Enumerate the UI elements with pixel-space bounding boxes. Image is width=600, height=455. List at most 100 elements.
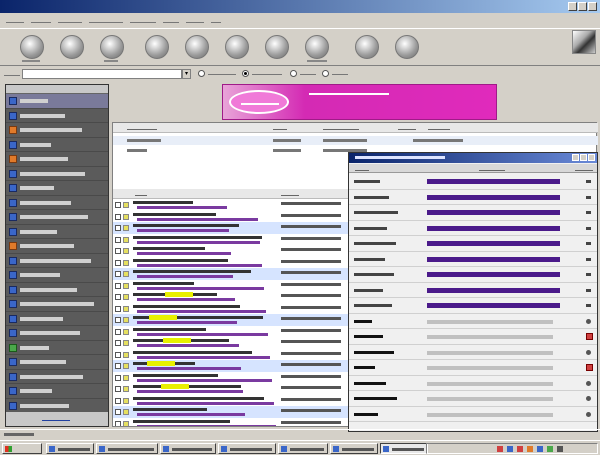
result-checkbox[interactable] bbox=[115, 248, 121, 254]
result-checkbox[interactable] bbox=[115, 386, 121, 392]
option-radio-2[interactable] bbox=[242, 70, 249, 77]
sidebar-item[interactable] bbox=[6, 312, 108, 326]
result-url[interactable] bbox=[281, 213, 341, 217]
address-dropdown-button[interactable]: ▾ bbox=[182, 69, 191, 79]
maximize-button[interactable] bbox=[578, 2, 587, 11]
column-header[interactable] bbox=[323, 126, 359, 130]
result-url[interactable] bbox=[281, 363, 341, 366]
result-url[interactable] bbox=[281, 397, 341, 401]
result-checkbox[interactable] bbox=[115, 202, 121, 208]
toolbar-button-6[interactable] bbox=[225, 35, 249, 59]
result-checkbox[interactable] bbox=[115, 340, 121, 346]
advertisement-banner[interactable] bbox=[222, 84, 497, 120]
result-checkbox[interactable] bbox=[115, 259, 121, 266]
option-radio-4[interactable] bbox=[322, 70, 329, 77]
toolbar-button-2[interactable] bbox=[60, 35, 84, 59]
result-checkbox[interactable] bbox=[115, 317, 121, 323]
menu-item[interactable] bbox=[31, 18, 51, 23]
result-row[interactable] bbox=[113, 234, 351, 246]
toolbar-button-10[interactable] bbox=[395, 35, 419, 59]
sidebar-item[interactable] bbox=[6, 210, 108, 225]
result-row[interactable] bbox=[113, 360, 351, 372]
sidebar-item[interactable] bbox=[6, 341, 108, 355]
sidebar-item[interactable] bbox=[6, 326, 108, 341]
result-checkbox[interactable] bbox=[115, 305, 121, 312]
result-url[interactable] bbox=[281, 328, 341, 332]
toolbar-button-9[interactable] bbox=[355, 35, 379, 59]
tray-icon[interactable] bbox=[547, 446, 553, 452]
search-row[interactable] bbox=[113, 136, 598, 145]
taskbar-button[interactable] bbox=[46, 443, 94, 454]
result-url[interactable] bbox=[281, 340, 341, 343]
toolbar-button-3[interactable] bbox=[100, 35, 124, 59]
sidebar-item[interactable] bbox=[6, 225, 108, 239]
tray-icon[interactable] bbox=[527, 446, 533, 452]
option-radio-3[interactable] bbox=[290, 70, 297, 77]
engine-group-row[interactable] bbox=[349, 345, 597, 360]
toolbar-button-8[interactable] bbox=[305, 35, 329, 59]
toolbar-button-7[interactable] bbox=[265, 35, 289, 59]
minimize-button[interactable] bbox=[568, 2, 577, 11]
taskbar-button[interactable] bbox=[160, 443, 216, 454]
result-row[interactable] bbox=[113, 257, 351, 269]
tray-icon[interactable] bbox=[517, 446, 523, 452]
status-dot-icon[interactable] bbox=[586, 349, 591, 355]
result-checkbox[interactable] bbox=[115, 351, 121, 358]
result-checkbox[interactable] bbox=[115, 271, 121, 277]
sidebar-item[interactable] bbox=[6, 297, 108, 312]
sidebar-item[interactable] bbox=[6, 283, 108, 297]
menu-item[interactable] bbox=[89, 18, 123, 23]
sidebar-item[interactable] bbox=[6, 370, 108, 384]
menu-item[interactable] bbox=[211, 18, 221, 23]
taskbar-button[interactable] bbox=[96, 443, 158, 454]
result-checkbox[interactable] bbox=[115, 294, 121, 300]
column-header[interactable] bbox=[135, 192, 147, 196]
engine-group-row[interactable] bbox=[349, 391, 597, 407]
column-header[interactable] bbox=[398, 126, 416, 130]
result-checkbox[interactable] bbox=[115, 397, 121, 404]
column-header[interactable] bbox=[428, 126, 450, 130]
result-row[interactable] bbox=[113, 383, 351, 395]
menu-item[interactable] bbox=[6, 18, 24, 23]
result-url[interactable] bbox=[281, 271, 341, 274]
result-url[interactable] bbox=[281, 248, 341, 251]
result-url[interactable] bbox=[281, 386, 341, 389]
status-dot-icon[interactable] bbox=[586, 318, 591, 324]
result-row[interactable] bbox=[113, 303, 351, 315]
sidebar-item[interactable] bbox=[6, 152, 108, 167]
sidebar-item[interactable] bbox=[6, 268, 108, 283]
result-url[interactable] bbox=[281, 225, 341, 228]
result-row[interactable] bbox=[113, 326, 351, 338]
status-dot-icon[interactable] bbox=[586, 396, 591, 401]
result-checkbox[interactable] bbox=[115, 213, 121, 220]
engine-group-row[interactable] bbox=[349, 360, 597, 376]
result-row[interactable] bbox=[113, 222, 351, 234]
result-url[interactable] bbox=[281, 282, 341, 286]
result-row[interactable] bbox=[113, 280, 351, 292]
sidebar-item[interactable] bbox=[6, 239, 108, 254]
result-checkbox[interactable] bbox=[115, 328, 121, 335]
tray-icon[interactable] bbox=[497, 446, 503, 452]
column-header[interactable] bbox=[273, 126, 287, 130]
minimize-button[interactable] bbox=[572, 154, 579, 161]
sidebar-item[interactable] bbox=[6, 399, 108, 413]
status-dot-icon[interactable] bbox=[586, 380, 591, 386]
result-row[interactable] bbox=[113, 268, 351, 280]
toolbar-button-5[interactable] bbox=[185, 35, 209, 59]
start-button[interactable] bbox=[2, 443, 42, 454]
result-checkbox[interactable] bbox=[115, 420, 121, 426]
result-checkbox[interactable] bbox=[115, 409, 121, 415]
result-row[interactable] bbox=[113, 245, 351, 257]
result-row[interactable] bbox=[113, 418, 351, 426]
sidebar-item[interactable] bbox=[6, 94, 108, 109]
result-checkbox[interactable] bbox=[115, 363, 121, 369]
result-url[interactable] bbox=[281, 420, 341, 424]
result-row[interactable] bbox=[113, 349, 351, 361]
result-checkbox[interactable] bbox=[115, 236, 121, 243]
result-url[interactable] bbox=[281, 317, 341, 320]
result-checkbox[interactable] bbox=[115, 282, 121, 289]
result-row[interactable] bbox=[113, 291, 351, 303]
result-url[interactable] bbox=[281, 305, 341, 309]
tray-icon[interactable] bbox=[507, 446, 513, 452]
result-row[interactable] bbox=[113, 314, 351, 326]
